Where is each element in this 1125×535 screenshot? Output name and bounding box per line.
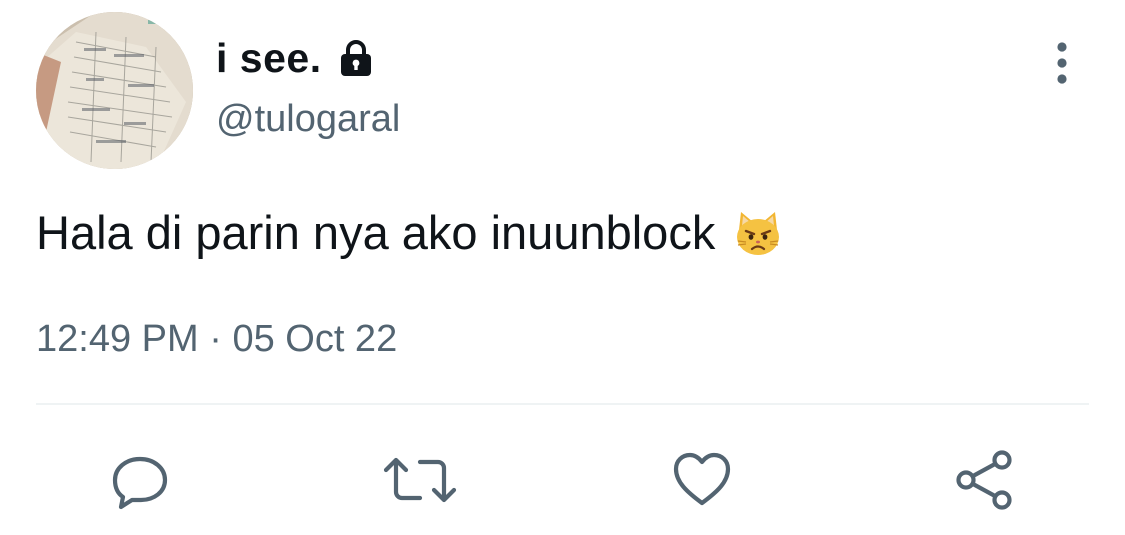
like-button[interactable] <box>662 440 742 520</box>
divider <box>36 403 1089 405</box>
pouting-cat-emoji-icon <box>733 208 783 258</box>
tweet-text: Hala di parin nya ako inuunblock <box>36 206 716 259</box>
reply-icon <box>112 456 168 510</box>
tweet-timestamp[interactable]: 12:49 PM · 05 Oct 22 <box>36 318 397 361</box>
share-icon <box>956 450 1012 510</box>
tweet-time: 12:49 PM <box>36 318 199 360</box>
tweet-date: 05 Oct 22 <box>232 318 398 360</box>
more-vertical-icon <box>1057 42 1067 84</box>
tweet-card: i see. @tulogaral Hala di parin nya ako … <box>0 0 1125 535</box>
avatar-image <box>36 12 193 169</box>
display-name[interactable]: i see. <box>216 35 322 82</box>
retweet-icon <box>383 457 457 503</box>
reply-button[interactable] <box>100 440 180 520</box>
share-button[interactable] <box>944 440 1024 520</box>
more-options-button[interactable] <box>1040 38 1084 88</box>
user-handle[interactable]: @tulogaral <box>216 98 400 141</box>
retweet-button[interactable] <box>380 440 460 520</box>
avatar[interactable] <box>36 12 193 169</box>
heart-icon <box>673 452 731 506</box>
action-bar <box>0 440 1125 520</box>
timestamp-separator: · <box>209 318 222 360</box>
display-name-row: i see. <box>216 30 376 86</box>
tweet-text-row: Hala di parin nya ako inuunblock <box>36 205 783 260</box>
lock-icon <box>336 38 376 78</box>
